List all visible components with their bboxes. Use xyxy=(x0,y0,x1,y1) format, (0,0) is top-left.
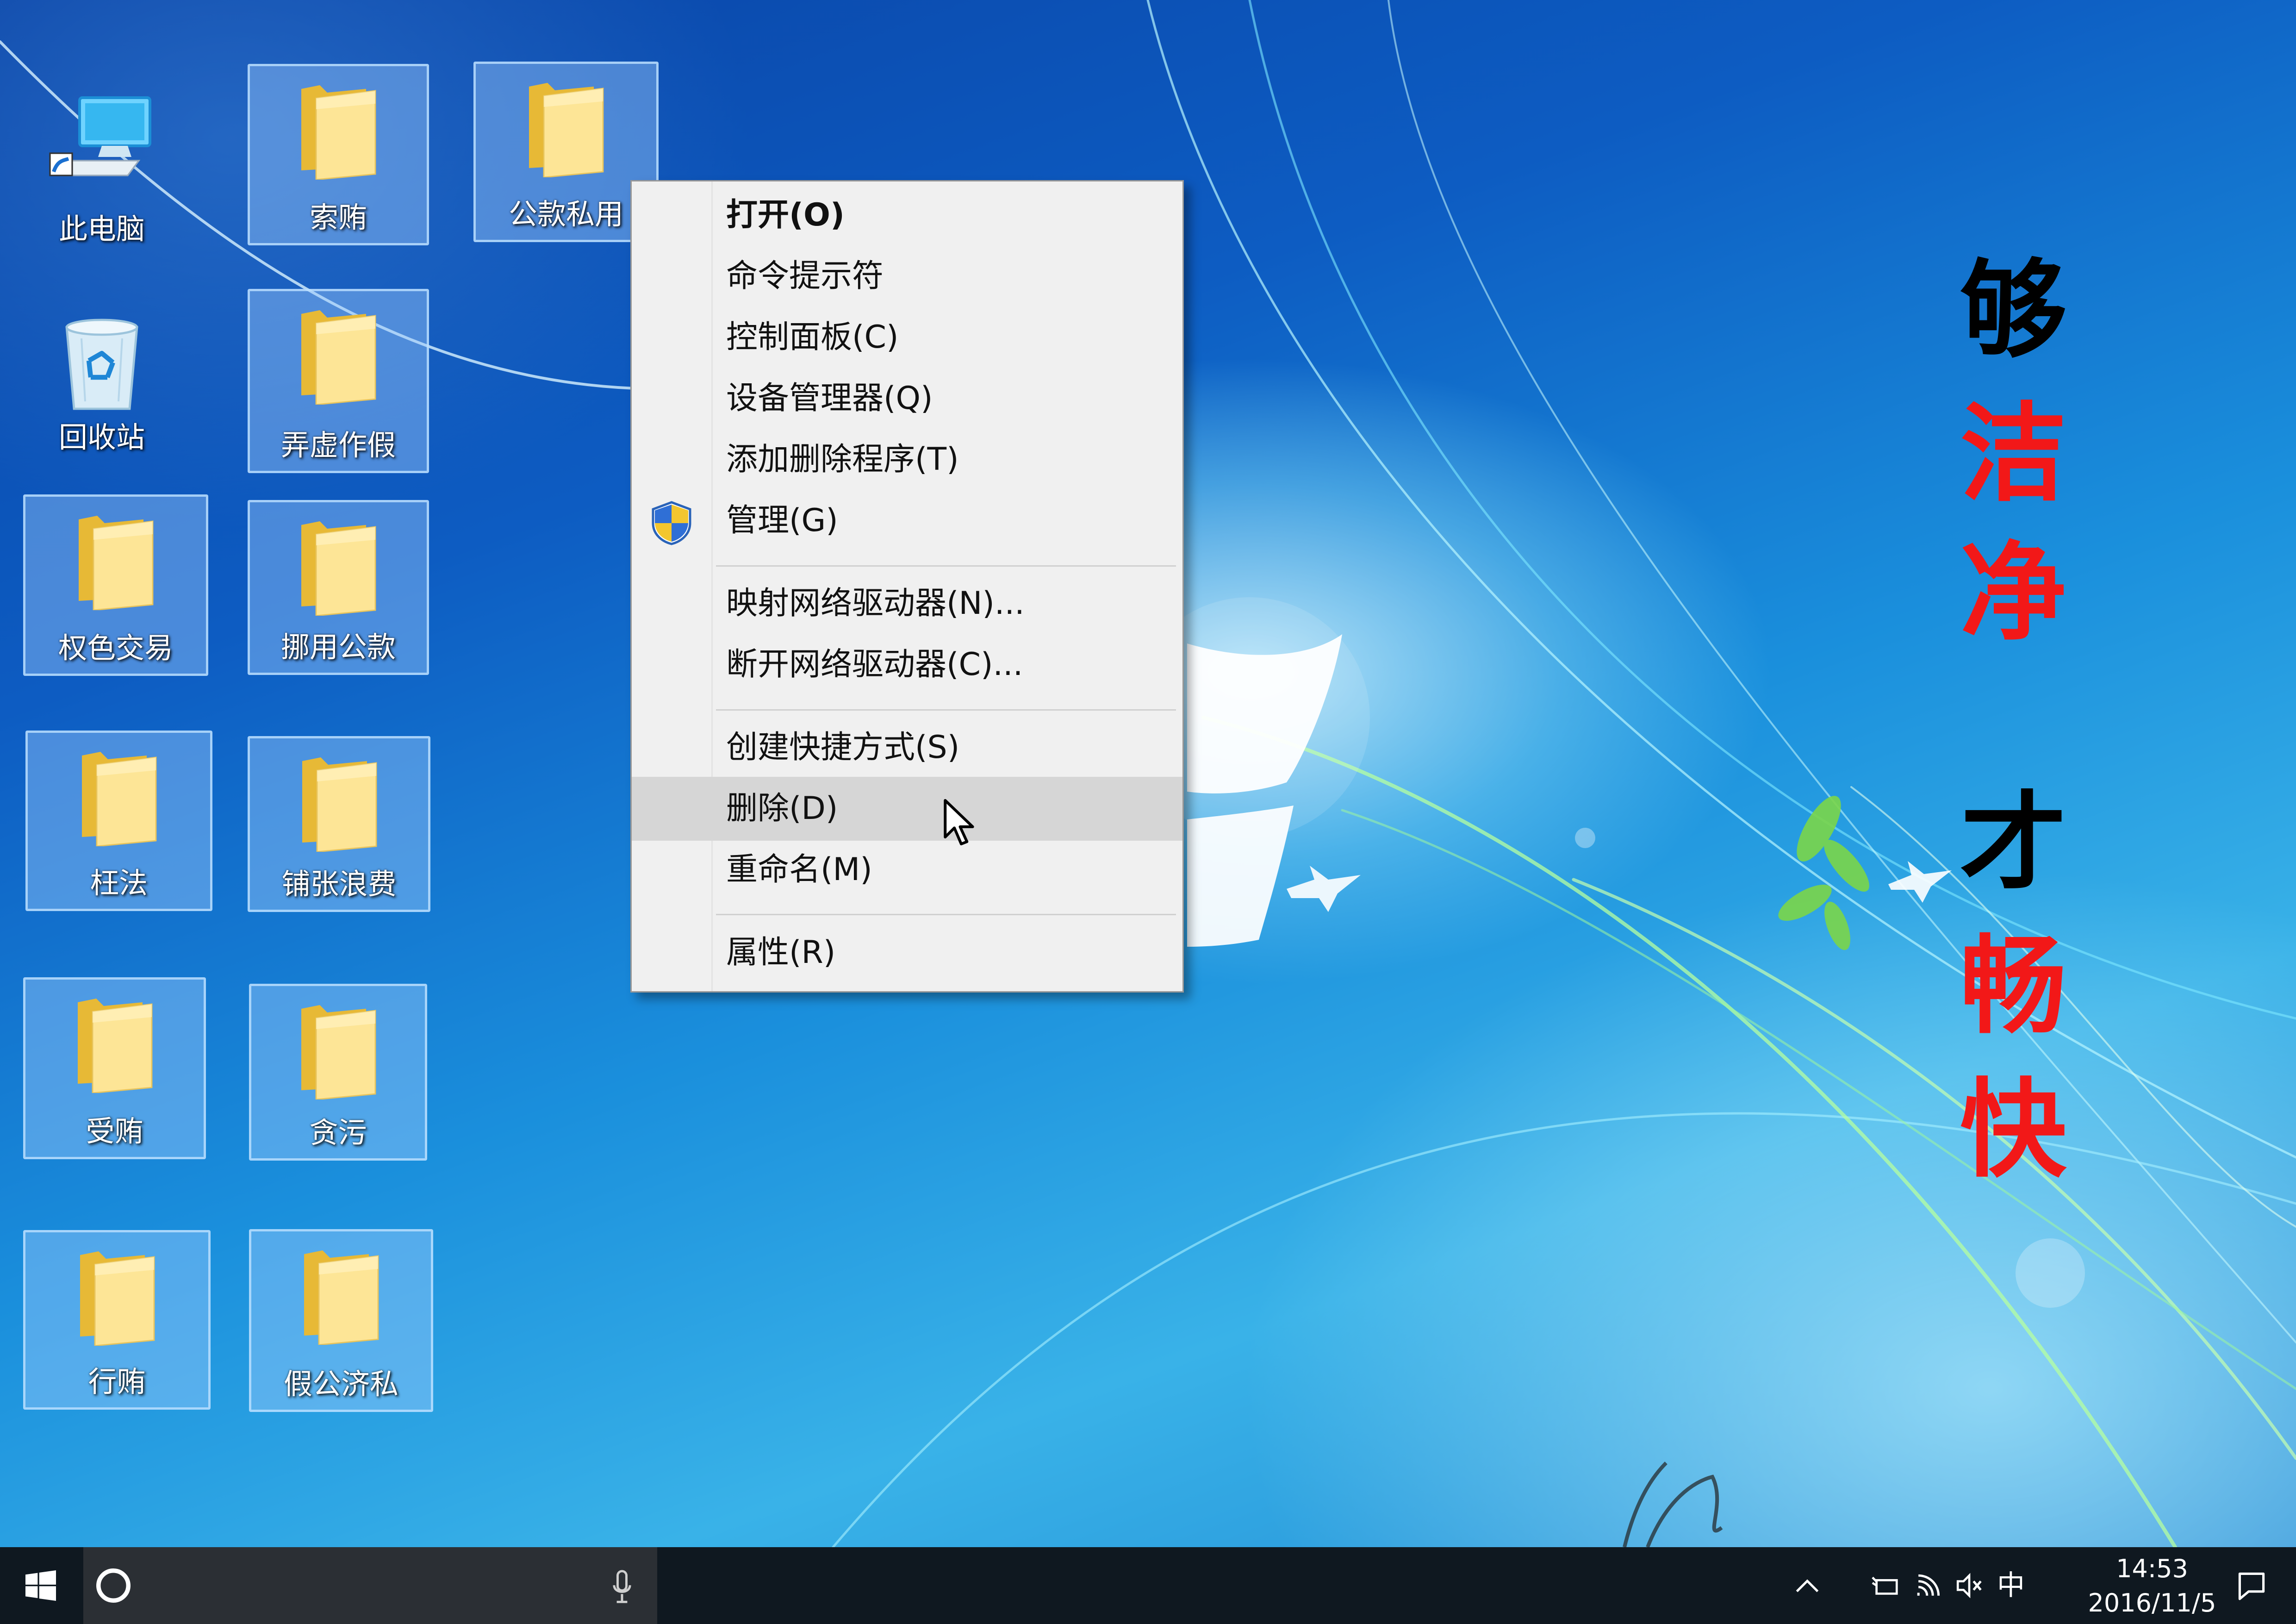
desktop-icon[interactable]: 受贿 xyxy=(23,977,206,1159)
menu-item-control-panel[interactable]: 控制面板(C) xyxy=(632,306,1182,369)
desktop-icon[interactable]: 枉法 xyxy=(25,731,212,911)
desktop-icon-label: 行贿 xyxy=(88,1365,146,1399)
desktop-icon[interactable]: 此电脑 xyxy=(32,83,171,259)
menu-item-device-manager[interactable]: 设备管理器(Q) xyxy=(632,367,1182,431)
menu-item-label: 命令提示符 xyxy=(726,258,884,294)
desktop-icon-label: 弄虚作假 xyxy=(280,428,396,462)
menu-item-disconnect-network-drive[interactable]: 断开网络驱动器(C)... xyxy=(632,633,1182,697)
menu-item-label: 属性(R) xyxy=(726,934,836,971)
chevron-up-icon xyxy=(1796,1579,1819,1593)
context-menu: 打开(O) 命令提示符控制面板(C) 设备管理器(Q) 添加删除程序(T) 管理(G) 映… xyxy=(630,180,1184,993)
desktop-icon[interactable]: 铺张浪费 xyxy=(248,736,430,912)
folder-icon xyxy=(293,750,386,854)
desktop-icon[interactable]: 挪用公款 xyxy=(248,500,429,675)
desktop-icon-label: 受贿 xyxy=(86,1114,143,1148)
desktop-icon-label: 枉法 xyxy=(90,866,148,900)
folder-icon xyxy=(292,514,385,618)
uac-shield-icon xyxy=(652,501,691,545)
menu-item-label: 删除(D) xyxy=(726,790,838,827)
menu-item-add-remove-programs[interactable]: 添加删除程序(T) xyxy=(632,428,1182,492)
windows-logo-icon xyxy=(25,1570,56,1601)
desktop-icon[interactable]: 假公济私 xyxy=(249,1229,433,1412)
action-center-icon xyxy=(2238,1572,2265,1600)
folder-icon xyxy=(73,744,165,848)
start-button[interactable] xyxy=(0,1547,83,1624)
menu-separator xyxy=(716,565,1176,567)
slogan-char: 快 xyxy=(1960,1067,2066,1192)
desktop-icon-label: 铺张浪费 xyxy=(281,867,397,901)
desktop-icon-label: 索贿 xyxy=(309,200,367,234)
slogan-char: 净 xyxy=(1960,530,2066,655)
menu-item-label: 创建快捷方式(S) xyxy=(726,729,960,766)
folder-icon xyxy=(292,78,385,181)
taskbar: 中 14:53 2016/11/5 xyxy=(0,1547,2296,1624)
desktop-icon-label: 公款私用 xyxy=(508,197,623,231)
menu-item-rename[interactable]: 重命名(M) xyxy=(632,838,1182,902)
slogan-char: 洁 xyxy=(1960,391,2066,516)
wifi-icon xyxy=(1917,1574,1940,1596)
desktop-icon[interactable]: 弄虚作假 xyxy=(248,289,429,473)
slogan-char: 才 xyxy=(1960,780,2066,905)
power-status-button[interactable] xyxy=(1867,1566,1904,1605)
folder-icon xyxy=(71,1244,163,1348)
menu-item-label: 添加删除程序(T) xyxy=(726,441,959,478)
recycle-bin-icon xyxy=(56,312,148,416)
folder-icon xyxy=(68,991,161,1095)
menu-item-label: 重命名(M) xyxy=(726,851,872,888)
clock[interactable]: 14:53 2016/11/5 xyxy=(2064,1547,2240,1624)
menu-item-open[interactable]: 打开(O) xyxy=(632,183,1182,247)
desktop-icon[interactable]: 贪污 xyxy=(249,984,427,1161)
mouse-cursor-icon xyxy=(944,799,974,846)
menu-item-label: 控制面板(C) xyxy=(726,319,899,356)
desktop-icon-label: 贪污 xyxy=(309,1116,367,1149)
menu-item-manage[interactable]: 管理(G) xyxy=(632,489,1182,553)
menu-item-map-network-drive[interactable]: 映射网络驱动器(N)... xyxy=(632,572,1182,636)
folder-icon xyxy=(292,303,385,406)
menu-item-label: 映射网络驱动器(N)... xyxy=(726,585,1025,622)
menu-item-properties[interactable]: 属性(R) xyxy=(632,921,1182,985)
menu-item-create-shortcut[interactable]: 创建快捷方式(S) xyxy=(632,716,1182,780)
desktop-icon-label: 此电脑 xyxy=(58,212,145,246)
menu-item-command-prompt[interactable]: 命令提示符 xyxy=(632,244,1182,308)
volume-button[interactable] xyxy=(1951,1566,1988,1605)
desktop-icon-label: 假公济私 xyxy=(283,1367,398,1401)
show-hidden-icons-button[interactable] xyxy=(1786,1566,1828,1605)
menu-separator xyxy=(716,914,1176,915)
cortana-circle-icon xyxy=(96,1568,131,1603)
menu-item-label: 打开(O) xyxy=(726,197,845,233)
menu-item-label: 设备管理器(Q) xyxy=(726,380,933,417)
folder-icon xyxy=(292,998,385,1101)
slogan-char: 畅 xyxy=(1960,924,2066,1049)
menu-item-label: 断开网络驱动器(C)... xyxy=(726,646,1023,683)
desktop-icon-label: 权色交易 xyxy=(58,631,173,665)
volume-muted-icon xyxy=(1956,1573,1982,1599)
clock-date: 2016/11/5 xyxy=(2088,1588,2216,1618)
menu-item-label: 管理(G) xyxy=(726,502,838,539)
menu-item-delete[interactable]: 删除(D) xyxy=(632,777,1182,841)
action-center-button[interactable] xyxy=(2226,1566,2277,1605)
desktop-icon-label: 挪用公款 xyxy=(280,630,396,664)
folder-icon xyxy=(295,1243,387,1347)
menu-separator xyxy=(716,709,1176,711)
folder-icon xyxy=(69,508,162,612)
power-plug-icon xyxy=(1872,1576,1898,1595)
desktop-icon[interactable]: 行贿 xyxy=(23,1230,211,1410)
desktop-icon[interactable]: 索贿 xyxy=(248,64,429,245)
desktop-icon[interactable]: 回收站 xyxy=(32,306,171,468)
ime-indicator[interactable]: 中 xyxy=(1992,1566,2029,1605)
microphone-icon[interactable] xyxy=(611,1569,633,1605)
desktop-icon-label: 回收站 xyxy=(58,420,145,454)
search-box[interactable] xyxy=(83,1547,657,1624)
desktop-icon[interactable]: 权色交易 xyxy=(23,494,208,676)
slogan-char: 够 xyxy=(1960,248,2066,373)
network-button[interactable] xyxy=(1911,1566,1948,1605)
clock-time: 14:53 xyxy=(2116,1554,2188,1583)
folder-icon xyxy=(520,75,612,179)
computer-icon xyxy=(46,90,157,194)
desktop[interactable]: 此电脑回收站权色交易枉法受贿行贿 索贿弄虚作假挪用公款铺张浪费贪污假公济私 公款私用… xyxy=(0,0,2296,1547)
